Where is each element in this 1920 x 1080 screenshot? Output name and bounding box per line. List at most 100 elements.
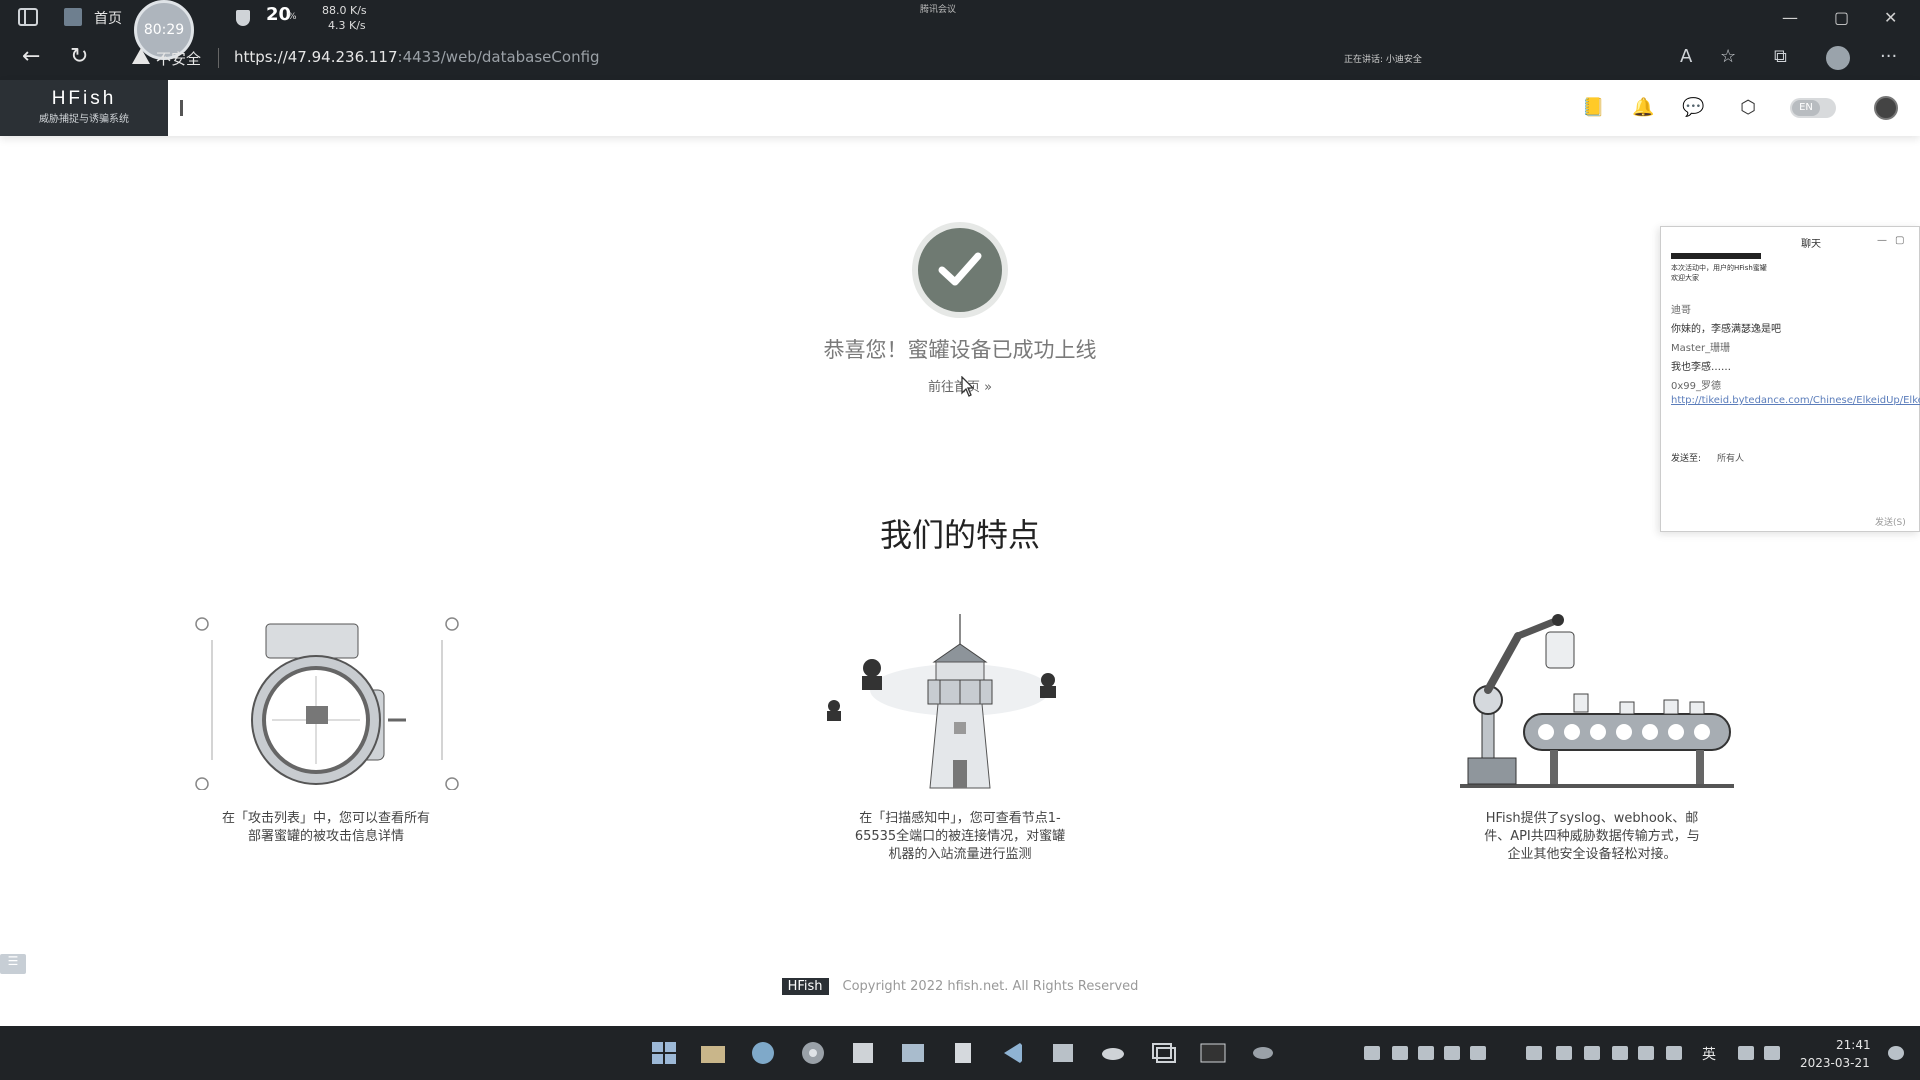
display-icon[interactable]	[1738, 1046, 1754, 1060]
feature-description: 在「扫描感知中」，您可查看节点1- 65535全端口的被连接情况，对蜜罐 机器的…	[810, 810, 1110, 864]
read-aloud-icon[interactable]: A	[1680, 46, 1692, 67]
chat-minimize-icon[interactable]: —	[1877, 235, 1887, 246]
preview-line: 本次活动中，用户的HFish蜜罐	[1671, 264, 1767, 272]
watch-illustration	[176, 610, 476, 791]
maximize-icon[interactable]: ▢	[1834, 8, 1849, 27]
app-header: HFish 威胁捕捉与诱骗系统 📒 🔔 💬 ⬡ EN	[0, 80, 1920, 136]
address-bar[interactable]: https://47.94.236.117:4433/web/databaseC…	[234, 48, 600, 66]
logo[interactable]: HFish 威胁捕捉与诱骗系统	[0, 80, 168, 136]
feature-desc-line: 65535全端口的被连接情况，对蜜罐	[854, 829, 1066, 844]
app-icon[interactable]	[850, 1041, 876, 1065]
volume-icon[interactable]	[1764, 1046, 1780, 1060]
clock-time[interactable]: 21:41	[1836, 1038, 1871, 1052]
insecure-label[interactable]: 不安全	[156, 48, 201, 69]
more-icon[interactable]: ···	[1880, 46, 1897, 67]
address-separator	[218, 48, 219, 68]
back-icon[interactable]: ←	[22, 44, 40, 69]
feature-desc-line: 件、API共四种威胁数据传输方式，与	[1484, 829, 1700, 844]
language-toggle[interactable]: EN	[1790, 98, 1836, 118]
meeting-title: 腾讯会议	[920, 5, 957, 15]
microphone-icon[interactable]	[1666, 1046, 1682, 1060]
tray-window-icon[interactable]	[1584, 1046, 1600, 1060]
shield-icon	[236, 10, 250, 26]
menu-collapse-icon[interactable]	[180, 100, 183, 116]
virtual-machine-icon[interactable]	[1150, 1041, 1176, 1065]
tray-chat-icon[interactable]	[1526, 1046, 1542, 1060]
favorite-icon[interactable]: ☆	[1720, 46, 1736, 67]
tray-app-icon[interactable]	[1364, 1046, 1380, 1060]
reload-icon[interactable]: ↻	[70, 44, 88, 69]
tab-favicon-icon	[64, 8, 82, 26]
side-drawer-toggle[interactable]: ☰	[0, 954, 26, 974]
logo-title: HFish	[51, 88, 117, 109]
notification-icon[interactable]	[1888, 1046, 1904, 1060]
mouse-cursor-icon	[961, 376, 974, 397]
file-explorer-icon[interactable]	[700, 1041, 726, 1065]
tool-icon[interactable]	[1050, 1041, 1076, 1065]
wechat-icon[interactable]: 💬	[1682, 98, 1704, 118]
tray-battery-icon[interactable]	[1638, 1046, 1654, 1060]
input-language[interactable]: 英	[1702, 1044, 1716, 1064]
bell-icon[interactable]: 🔔	[1632, 98, 1654, 118]
tab-title[interactable]: 首页	[94, 8, 122, 28]
minimize-icon[interactable]: —	[1782, 8, 1798, 27]
cloud-icon[interactable]	[1100, 1041, 1126, 1065]
send-button[interactable]: 发送(S)	[1875, 515, 1906, 528]
fish-icon[interactable]	[1250, 1041, 1276, 1065]
chat-sender: 迪哥	[1671, 305, 1691, 316]
tray-wechat-icon[interactable]	[1418, 1046, 1434, 1060]
chat-link[interactable]: http://tikeid.bytedance.com/Chinese/Elke…	[1671, 395, 1920, 406]
tray-grid-icon[interactable]	[1612, 1046, 1628, 1060]
warning-icon	[132, 48, 150, 64]
photos-icon[interactable]	[900, 1041, 926, 1065]
net-upload-speed: 88.0 K/s	[322, 4, 367, 17]
start-icon[interactable]	[651, 1041, 677, 1065]
logo-subtitle: 威胁捕捉与诱骗系统	[39, 114, 129, 125]
tray-shield-icon[interactable]	[1392, 1046, 1408, 1060]
sidebar-toggle-icon[interactable]	[18, 8, 38, 26]
feature-desc-line: 机器的入站流量进行监测	[888, 847, 1032, 862]
address-row: ← ↻ 不安全 https://47.94.236.117:4433/web/d…	[0, 38, 1920, 78]
collections-icon[interactable]: ⧉	[1774, 46, 1787, 67]
net-download-speed: 4.3 K/s	[328, 19, 366, 32]
clock-date[interactable]: 2023-03-21	[1800, 1056, 1870, 1070]
tab-row: 首页 80:29 20 % 88.0 K/s 4.3 K/s 腾讯会议 — ▢ …	[0, 0, 1920, 60]
browser-chrome: 首页 80:29 20 % 88.0 K/s 4.3 K/s 腾讯会议 — ▢ …	[0, 0, 1920, 80]
success-title: 恭喜您！蜜罐设备已成功上线	[823, 338, 1097, 362]
close-icon[interactable]: ✕	[1884, 8, 1897, 27]
edge-icon[interactable]	[750, 1041, 776, 1065]
url-host: https://47.94.236.117	[234, 48, 398, 66]
chat-message: 你妹的，李感满瑟逸是吧	[1671, 324, 1781, 335]
tray-app-icon[interactable]	[1444, 1046, 1460, 1060]
tray-app-icon[interactable]	[1470, 1046, 1486, 1060]
feature-description: 在「攻击列表」中，您可以查看所有 部署蜜罐的被攻击信息详情	[176, 810, 476, 846]
profile-icon[interactable]	[1826, 46, 1850, 70]
chat-sender: 0x99_罗德	[1671, 381, 1722, 392]
footer-brand: HFish	[781, 978, 829, 995]
chat-shared-preview: 本次活动中，用户的HFish蜜罐 欢迎大家	[1671, 249, 1781, 303]
url-path: :4433/web/databaseConfig	[397, 48, 600, 66]
watchtower-illustration	[810, 610, 1110, 790]
notepad-icon[interactable]	[950, 1041, 976, 1065]
terminal-icon[interactable]	[1200, 1041, 1226, 1065]
feature-data-transfer: HFish提供了syslog、webhook、邮 件、API共四种威胁数据传输方…	[1442, 610, 1742, 864]
footer: HFish Copyright 2022 hfish.net. All Right…	[0, 978, 1920, 995]
vscode-icon[interactable]	[1000, 1041, 1026, 1065]
speaking-indicator: 正在讲话: 小迪安全	[1344, 55, 1422, 65]
preview-line: 欢迎大家	[1671, 274, 1699, 282]
hexagon-settings-icon[interactable]: ⬡	[1738, 98, 1758, 118]
chrome-icon[interactable]	[800, 1041, 826, 1065]
success-check-icon	[918, 228, 1002, 312]
feature-description: HFish提供了syslog、webhook、邮 件、API共四种威胁数据传输方…	[1442, 810, 1742, 864]
avatar[interactable]	[1874, 96, 1898, 120]
feature-desc-line: 部署蜜罐的被攻击信息详情	[247, 829, 404, 844]
chat-maximize-icon[interactable]: ▢	[1895, 235, 1904, 246]
language-toggle-label: EN	[1792, 100, 1820, 116]
feature-desc-line: 企业其他安全设备轻松对接。	[1507, 847, 1677, 862]
chat-window[interactable]: 本次活动中，用户的HFish蜜罐 欢迎大家 聊天 — ▢ 迪哥 你妹的，李感满瑟…	[1660, 226, 1920, 532]
book-icon[interactable]: 📒	[1582, 98, 1604, 118]
tray-network-icon[interactable]	[1556, 1046, 1572, 1060]
send-to-select[interactable]: 所有人	[1717, 451, 1744, 464]
feature-attack-list: 在「攻击列表」中，您可以查看所有 部署蜜罐的被攻击信息详情	[176, 610, 476, 846]
chat-sender: Master_珊珊	[1671, 343, 1731, 354]
